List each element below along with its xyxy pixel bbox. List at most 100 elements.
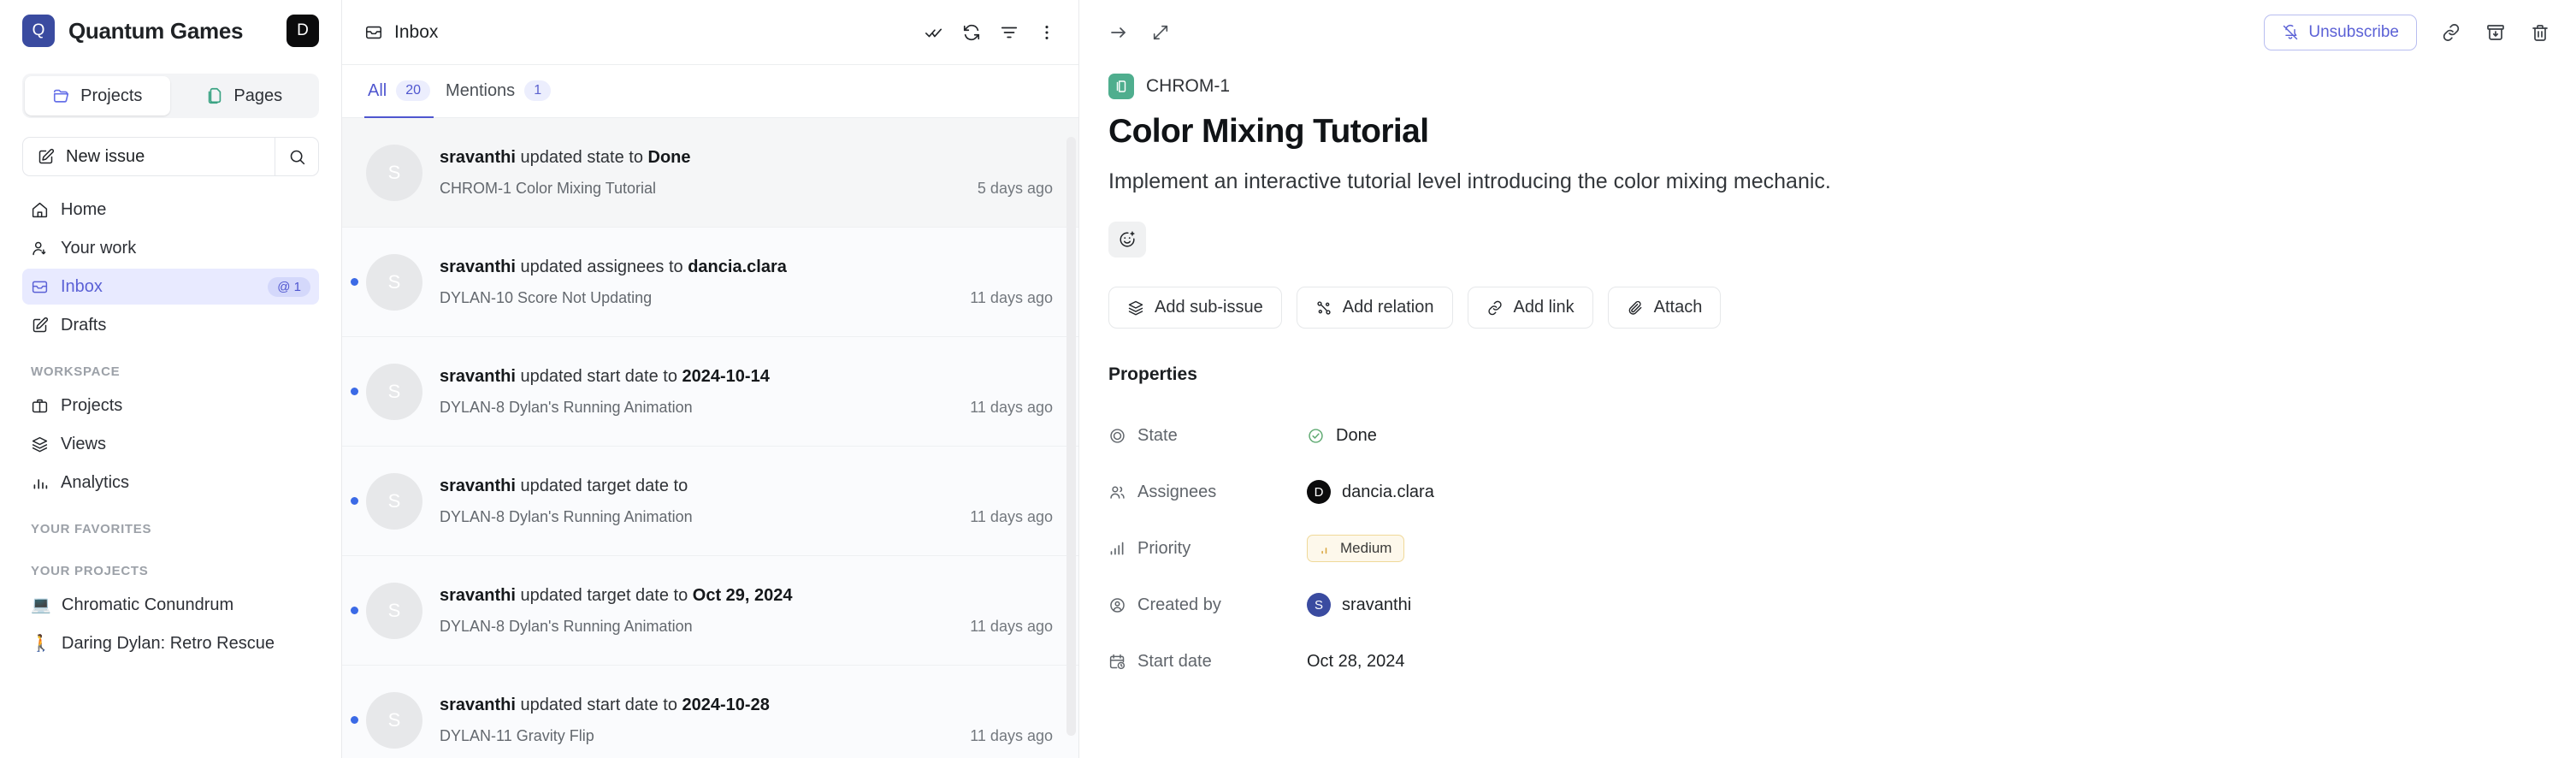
sidebar-item-analytics[interactable]: Analytics (22, 465, 319, 500)
unsubscribe-button[interactable]: Unsubscribe (2264, 15, 2417, 50)
notification-row[interactable]: Ssravanthi updated start date to 2024-10… (342, 666, 1078, 758)
property-row-start-date: Start date Oct 28, 2024 (1108, 633, 2547, 690)
property-value-start-date[interactable]: Oct 28, 2024 (1307, 652, 1405, 672)
sidebar-item-home[interactable]: Home (22, 192, 319, 228)
assignee-name: dancia.clara (1342, 482, 1434, 501)
notification-title: sravanthi updated target date to Oct 29,… (440, 586, 1053, 606)
tab-all[interactable]: All 20 (364, 65, 434, 118)
notification-issue: DYLAN-8 Dylan's Running Animation (440, 617, 693, 635)
bar-chart-icon (31, 474, 49, 492)
notification-issue: DYLAN-8 Dylan's Running Animation (440, 507, 693, 525)
notification-value: Oct 29, 2024 (692, 585, 793, 605)
add-sub-issue-label: Add sub-issue (1155, 298, 1263, 317)
notification-row[interactable]: Ssravanthi updated target date to DYLAN-… (342, 447, 1078, 556)
notification-row[interactable]: Ssravanthi updated start date to 2024-10… (342, 337, 1078, 447)
filter-icon[interactable] (1000, 23, 1019, 42)
notification-row[interactable]: Ssravanthi updated target date to Oct 29… (342, 556, 1078, 666)
notification-issue: DYLAN-10 Score Not Updating (440, 288, 653, 306)
sidebar-item-drafts[interactable]: Drafts (22, 307, 319, 343)
sidebar-item-projects[interactable]: Projects (22, 388, 319, 423)
page-title: Color Mixing Tutorial (1108, 113, 1429, 150)
notification-row[interactable]: Ssravanthi updated assignees to dancia.c… (342, 228, 1078, 337)
issue-detail-panel: Unsubscribe CHROM-1 Color Mixing Tutoria… (1079, 0, 2576, 758)
add-reaction-button[interactable] (1108, 222, 1146, 258)
workspace-name[interactable]: Quantum Games (68, 18, 273, 44)
inbox-scrollbar[interactable] (1066, 137, 1076, 736)
notification-meta: DYLAN-8 Dylan's Running Animation 11 days… (440, 399, 1053, 417)
add-relation-button[interactable]: Add relation (1296, 287, 1453, 329)
pages-icon (205, 86, 224, 105)
tab-all-label: All (368, 80, 387, 100)
new-issue-button[interactable]: New issue (22, 137, 275, 176)
archive-icon[interactable] (2485, 22, 2506, 43)
tab-mentions[interactable]: Mentions 1 (442, 65, 554, 118)
status-badge: Done (1336, 425, 1377, 445)
tab-projects[interactable]: Projects (25, 76, 170, 115)
laptop-icon: 💻 (31, 596, 51, 614)
sidebar-item-daring-dylan-label: Daring Dylan: Retro Rescue (62, 633, 275, 653)
notification-meta: DYLAN-8 Dylan's Running Animation 11 days… (440, 508, 1053, 526)
tab-projects-label: Projects (80, 86, 143, 105)
property-value-created-by: S sravanthi (1307, 593, 1411, 617)
created-by-label-text: Created by (1137, 595, 1221, 614)
project-breadcrumb[interactable]: CHROM-1 (1108, 74, 2547, 99)
briefcase-icon (31, 397, 49, 415)
inbox-panel: Inbox All 20 Mentions 1 S sravanthi upda… (342, 0, 1079, 758)
check-circle-icon (1307, 427, 1325, 445)
notification-meta: CHROM-1 Color Mixing Tutorial 5 days ago (440, 180, 1053, 198)
double-check-icon[interactable] (925, 23, 943, 42)
notification-action: updated target date to (520, 476, 688, 495)
add-link-label: Add link (1513, 298, 1575, 317)
notification-timestamp: 11 days ago (970, 398, 1053, 416)
property-row-created-by: Created by S sravanthi (1108, 577, 2547, 633)
search-button[interactable] (275, 137, 319, 176)
unread-dot-icon (350, 278, 358, 286)
expand-diagonal-icon[interactable] (1151, 23, 1170, 42)
property-value-state[interactable]: Done (1307, 426, 1377, 446)
workspace-logo[interactable]: Q (22, 15, 55, 47)
sidebar-item-drafts-label: Drafts (61, 315, 107, 335)
notification-actor: sravanthi (440, 257, 516, 276)
pencil-square-icon (37, 148, 55, 166)
project-key-label: CHROM-1 (1146, 76, 1230, 96)
sidebar-item-inbox[interactable]: Inbox @ 1 (22, 269, 319, 305)
notification-action: updated assignees to (520, 257, 683, 276)
paperclip-icon (1627, 299, 1644, 317)
arrow-right-icon[interactable] (1108, 22, 1129, 43)
unread-indicator-cell (342, 497, 366, 505)
unread-dot-icon (350, 607, 358, 614)
notification-body: sravanthi updated start date to 2024-10-… (440, 696, 1053, 745)
sidebar-item-views[interactable]: Views (22, 426, 319, 462)
sidebar-item-chromatic-conundrum[interactable]: 💻 Chromatic Conundrum (22, 587, 319, 623)
link-icon (1486, 299, 1504, 317)
notification-actor: sravanthi (440, 585, 516, 605)
sidebar-item-your-work[interactable]: Your work (22, 230, 319, 266)
sidebar-item-daring-dylan[interactable]: 🚶 Daring Dylan: Retro Rescue (22, 625, 319, 661)
new-issue-row: New issue (15, 137, 326, 176)
trash-icon[interactable] (2530, 22, 2550, 43)
avatar[interactable]: D (287, 15, 319, 47)
property-value-assignees[interactable]: D dancia.clara (1307, 480, 1434, 504)
add-link-button[interactable]: Add link (1467, 287, 1593, 329)
property-value-priority[interactable]: Medium (1307, 535, 1405, 562)
link-icon[interactable] (2441, 22, 2461, 43)
home-icon (31, 201, 49, 219)
project-icon (1108, 74, 1134, 99)
notification-row[interactable]: Ssravanthi updated state to Done CHROM-1 … (342, 118, 1078, 228)
notification-title: sravanthi updated target date to (440, 477, 1053, 496)
tab-pages[interactable]: Pages (172, 76, 317, 115)
notification-action: updated target date to (520, 585, 688, 605)
notification-body: sravanthi updated state to Done CHROM-1 C… (440, 148, 1053, 198)
attach-button[interactable]: Attach (1607, 287, 1722, 329)
priority-badge: Medium (1307, 535, 1405, 562)
avatar: S (366, 144, 422, 201)
more-vertical-icon[interactable] (1037, 23, 1056, 42)
detail-body: CHROM-1 Color Mixing Tutorial Implement … (1079, 65, 2576, 690)
refresh-icon[interactable] (962, 23, 981, 42)
add-sub-issue-button[interactable]: Add sub-issue (1108, 287, 1282, 329)
notification-actor: sravanthi (440, 476, 516, 495)
avatar: S (366, 363, 422, 420)
inbox-header: Inbox (342, 0, 1078, 65)
property-row-state: State Done (1108, 407, 2547, 464)
primary-nav: Home Your work Inbox @ 1 Drafts (15, 192, 326, 346)
